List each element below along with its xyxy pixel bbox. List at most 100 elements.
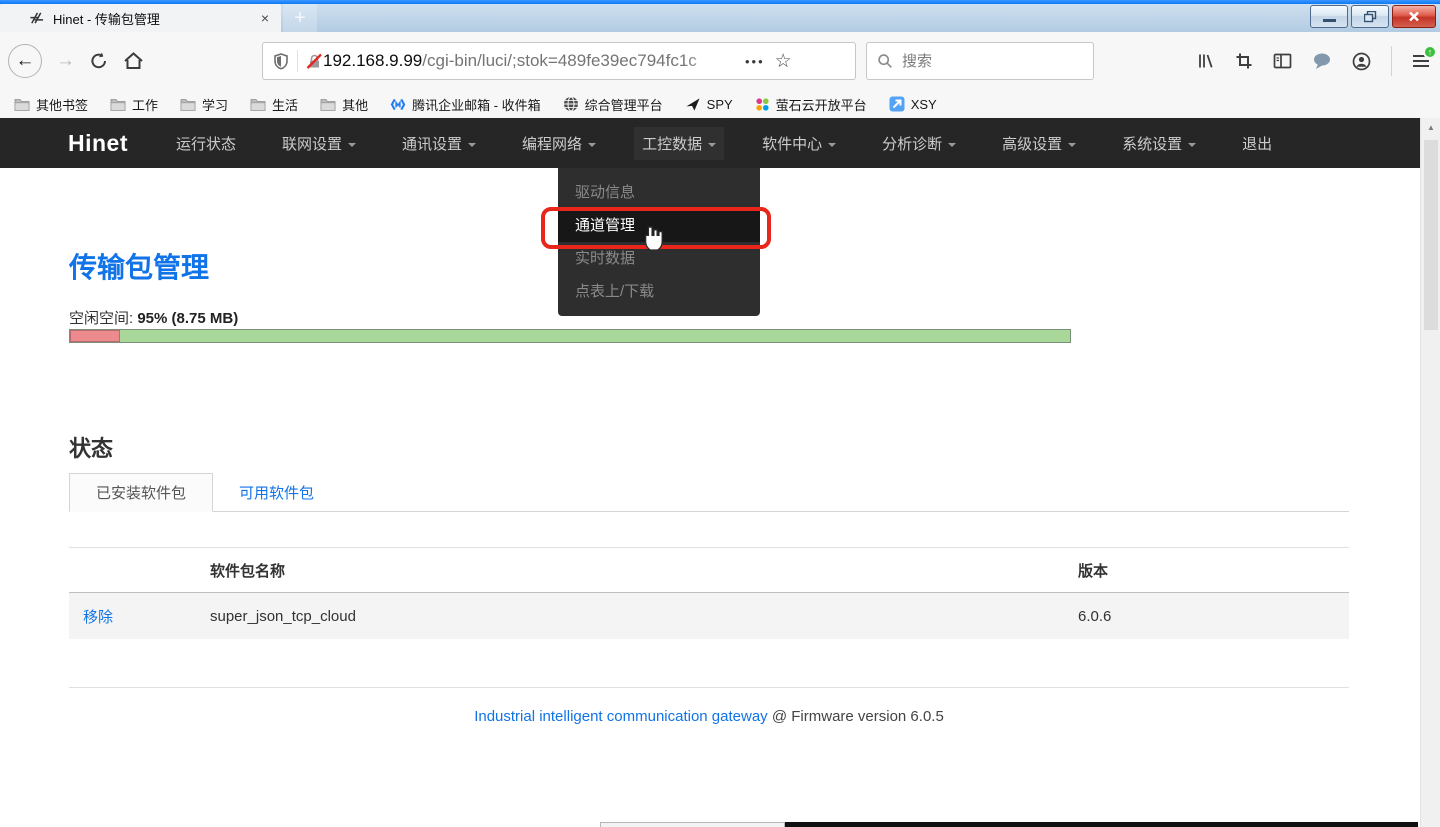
insecure-lock-icon[interactable] [306, 53, 323, 70]
bottom-edge-bar [785, 822, 1418, 827]
close-icon [1408, 11, 1420, 22]
update-badge-icon: ↑ [1423, 45, 1437, 59]
bottom-edge-panel [600, 822, 785, 827]
folder-icon [180, 98, 196, 111]
nav-item-advanced-settings[interactable]: 高级设置 [994, 127, 1084, 160]
bookmark-folder-work[interactable]: 工作 [110, 95, 158, 114]
bookmark-folder-life[interactable]: 生活 [250, 95, 298, 114]
bookmark-xsy[interactable]: XSY [889, 96, 937, 112]
nav-item-programming-network[interactable]: 编程网络 [514, 127, 604, 160]
page-footer: Industrial intelligent communication gat… [69, 708, 1349, 725]
site-favicon [29, 11, 44, 26]
remove-link[interactable]: 移除 [83, 609, 113, 626]
nav-item-run-status[interactable]: 运行状态 [168, 127, 244, 160]
dropdown-item-driver-info[interactable]: 驱动信息 [558, 176, 760, 209]
restore-button[interactable] [1351, 5, 1389, 28]
sidebar-icon[interactable] [1273, 52, 1292, 70]
bookmark-spy[interactable]: SPY [685, 97, 733, 112]
bookmark-star-icon[interactable]: ☆ [775, 50, 792, 73]
tencent-mail-icon [390, 97, 406, 112]
reload-icon [89, 51, 109, 71]
package-name: super_json_tcp_cloud [210, 608, 1078, 625]
url-fade [683, 51, 739, 71]
bookmark-folder-study[interactable]: 学习 [180, 95, 228, 114]
url-text[interactable]: 192.168.9.99/cgi-bin/luci/;stok=489fe39e… [323, 51, 739, 71]
free-space-label: 空闲空间: 95% (8.75 MB) [69, 307, 238, 328]
navigation-toolbar: ← → [0, 32, 1440, 90]
spy-icon [685, 97, 701, 112]
screenshot-crop-icon[interactable] [1235, 52, 1253, 70]
section-divider [69, 687, 1349, 688]
minimize-icon [1323, 19, 1336, 22]
globe-icon [563, 96, 579, 112]
xsy-icon [889, 96, 905, 112]
tab-bar: Hinet - 传输包管理 × + [0, 4, 1440, 32]
url-path: /cgi-bin/luci/;stok=489fe39ec794fc1c [422, 51, 697, 70]
close-button[interactable] [1392, 5, 1436, 28]
package-version: 6.0.6 [1078, 608, 1349, 625]
browser-window: Hinet - 传输包管理 × + ← → [0, 0, 1440, 827]
scrollbar-thumb[interactable] [1424, 140, 1438, 330]
nav-item-analysis-diagnosis[interactable]: 分析诊断 [874, 127, 964, 160]
chevron-down-icon [708, 143, 716, 147]
tab-available-packages[interactable]: 可用软件包 [213, 473, 340, 512]
browser-tab[interactable]: Hinet - 传输包管理 × [0, 4, 281, 32]
nav-item-industrial-data[interactable]: 工控数据 [634, 127, 724, 160]
nav-item-software-center[interactable]: 软件中心 [754, 127, 844, 160]
new-tab-button[interactable]: + [283, 4, 317, 32]
url-bar[interactable]: 192.168.9.99/cgi-bin/luci/;stok=489fe39e… [262, 42, 856, 80]
page-scrollbar[interactable]: ▲ [1420, 118, 1440, 827]
toolbar-divider [1391, 46, 1392, 76]
library-icon[interactable] [1197, 52, 1215, 70]
search-bar[interactable] [866, 42, 1094, 80]
bookmark-ys-cloud[interactable]: 萤石云开放平台 [755, 95, 867, 114]
search-icon [877, 53, 893, 69]
search-input[interactable] [902, 53, 1062, 70]
folder-icon [320, 98, 336, 111]
footer-text: @ Firmware version 6.0.5 [768, 708, 944, 725]
bookmark-folder-other-bookmarks[interactable]: 其他书签 [14, 95, 88, 114]
free-space-value: 95% (8.75 MB) [137, 310, 238, 327]
bookmark-management-platform[interactable]: 综合管理平台 [563, 95, 663, 114]
menu-button[interactable]: ↑ [1412, 53, 1430, 69]
header-version: 版本 [1078, 560, 1349, 581]
home-button[interactable] [123, 51, 144, 71]
scroll-up-icon[interactable]: ▲ [1421, 123, 1440, 132]
chevron-down-icon [588, 143, 596, 147]
page-actions-icon[interactable]: ••• [745, 54, 765, 69]
account-icon[interactable] [1352, 52, 1371, 71]
tab-installed-packages[interactable]: 已安装软件包 [69, 473, 213, 512]
nav-item-comm-settings[interactable]: 通讯设置 [394, 127, 484, 160]
footer-link[interactable]: Industrial intelligent communication gat… [474, 708, 768, 725]
minimize-button[interactable] [1310, 5, 1348, 28]
table-row: 移除 super_json_tcp_cloud 6.0.6 [69, 593, 1349, 639]
ys-cloud-icon [755, 97, 770, 112]
header-package-name: 软件包名称 [210, 560, 1078, 581]
table-header-row: 软件包名称 版本 [69, 547, 1349, 593]
bookmark-tencent-mail[interactable]: 腾讯企业邮箱 - 收件箱 [390, 95, 541, 114]
package-table: 软件包名称 版本 移除 super_json_tcp_cloud 6.0.6 [69, 547, 1349, 639]
nav-item-logout[interactable]: 退出 [1234, 127, 1280, 160]
home-icon [123, 51, 144, 71]
site-navbar: Hinet 运行状态 联网设置 通讯设置 编程网络 工控数据 软件中心 分析诊断… [0, 118, 1420, 168]
status-heading: 状态 [69, 431, 113, 463]
site-brand[interactable]: Hinet [68, 130, 128, 157]
used-space-segment [70, 330, 120, 342]
nav-item-network-settings[interactable]: 联网设置 [274, 127, 364, 160]
back-button[interactable]: ← [8, 44, 42, 78]
dropdown-item-point-table[interactable]: 点表上/下载 [558, 275, 760, 308]
mouse-cursor-icon [642, 226, 664, 252]
bookmark-folder-misc[interactable]: 其他 [320, 95, 368, 114]
chevron-down-icon [348, 143, 356, 147]
messages-icon[interactable] [1312, 52, 1332, 70]
shield-icon[interactable] [273, 53, 289, 70]
nav-item-system-settings[interactable]: 系统设置 [1114, 127, 1204, 160]
chevron-down-icon [1068, 143, 1076, 147]
folder-icon [250, 98, 266, 111]
forward-button[interactable]: → [56, 50, 75, 72]
reload-button[interactable] [89, 51, 109, 71]
site-nav-menu: 运行状态 联网设置 通讯设置 编程网络 工控数据 软件中心 分析诊断 高级设置 … [168, 127, 1280, 160]
chevron-down-icon [1188, 143, 1196, 147]
tab-close-icon[interactable]: × [261, 11, 269, 25]
chevron-down-icon [468, 143, 476, 147]
